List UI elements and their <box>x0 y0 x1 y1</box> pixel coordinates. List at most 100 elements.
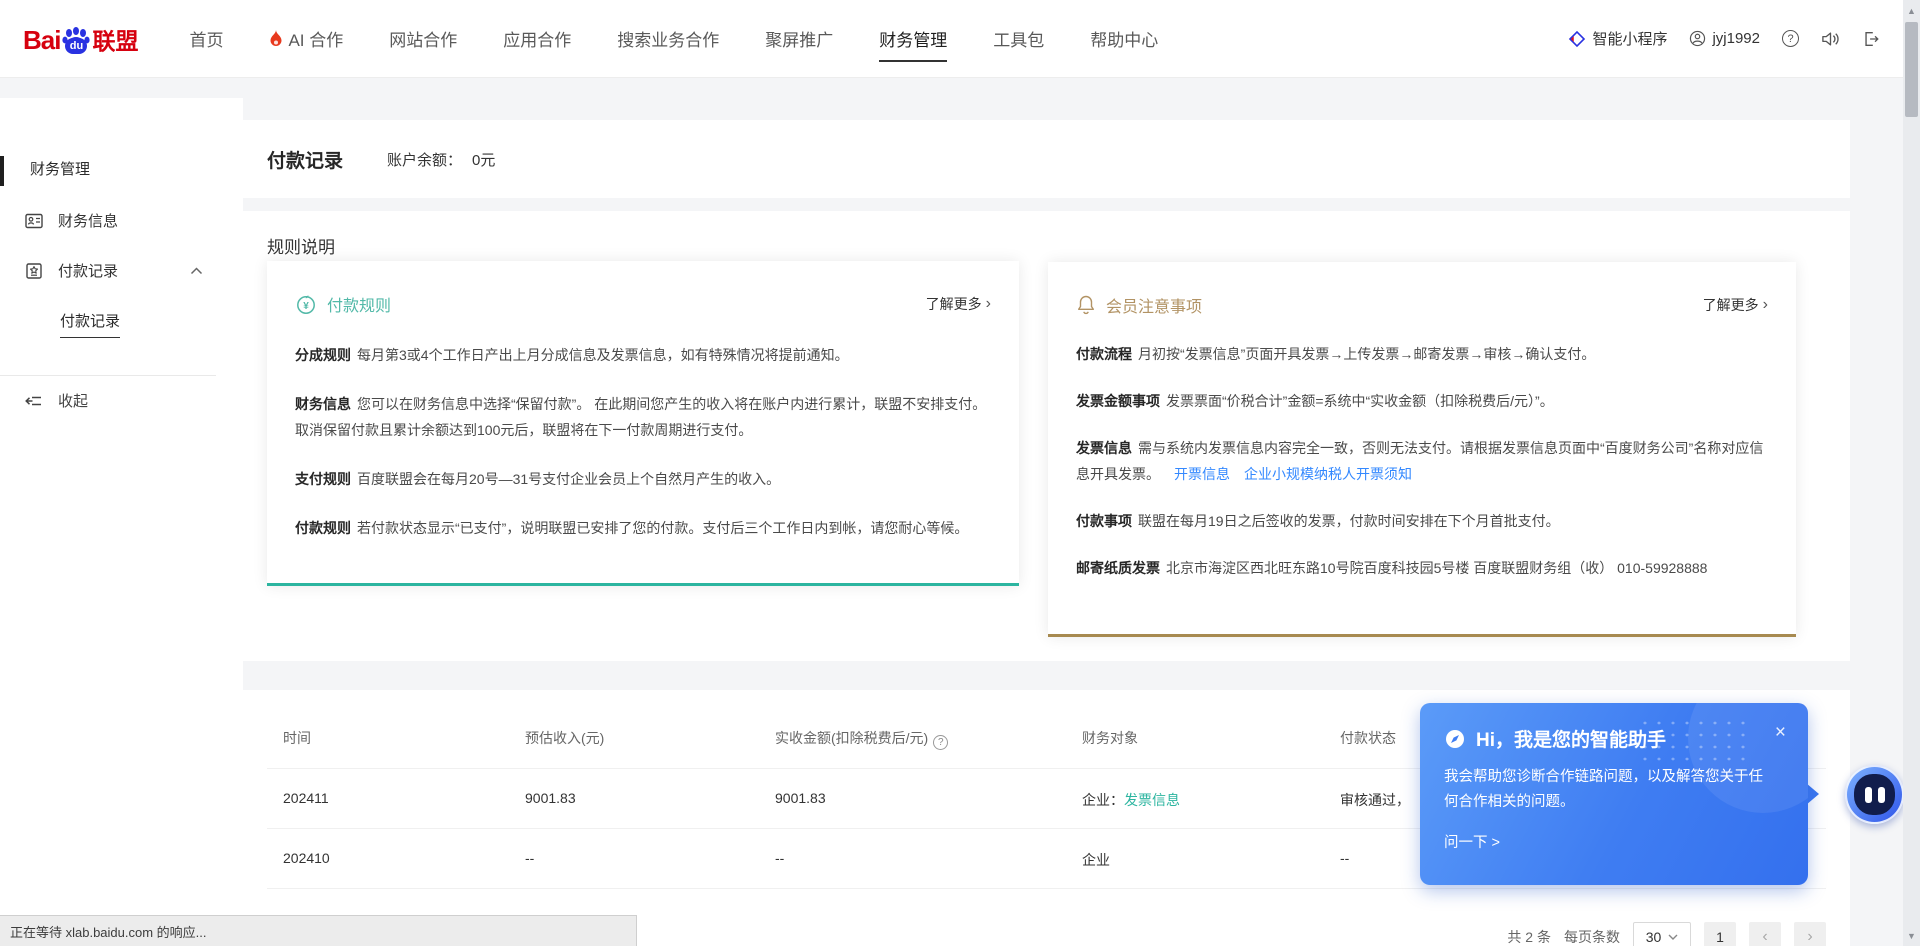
coin-icon: ¥ <box>295 293 317 315</box>
member-notes-title: 会员注意事项 <box>1106 293 1202 317</box>
navbar-right-cluster: 智能小程序 jyj1992 ? <box>1568 28 1880 49</box>
sidebar: 财务管理 财务信息 付款记录 付款记录 <box>0 98 243 946</box>
active-section-indicator <box>0 156 4 186</box>
nav-item-app[interactable]: 应用合作 <box>480 0 594 78</box>
miniprogram-icon <box>1568 30 1586 48</box>
sidebar-section-finance[interactable]: 财务管理 <box>30 158 90 179</box>
nav-item-search-business[interactable]: 搜索业务合作 <box>594 0 742 78</box>
rules-panel: 规则说明 ¥ 付款规则 了解更多› 分成规则每月第3或4个工作日产出上月分成信息… <box>243 211 1850 661</box>
baidu-union-logo[interactable]: Bai du 联盟 <box>23 22 138 56</box>
collapse-icon <box>24 393 44 409</box>
miniprogram-entry[interactable]: 智能小程序 <box>1568 28 1667 49</box>
payment-record-header-panel: 付款记录 账户余额：0元 <box>243 120 1850 198</box>
help-icon[interactable]: ? <box>1782 30 1799 47</box>
logo-text-du: du <box>65 38 87 54</box>
sidebar-subitem-payment-record[interactable]: 付款记录 <box>60 310 120 338</box>
payment-rules-title: 付款规则 <box>327 292 391 316</box>
chevron-up-icon[interactable] <box>190 267 203 275</box>
cell-estimated: 9001.83 <box>525 790 576 806</box>
flame-icon <box>269 30 283 48</box>
per-page-select[interactable]: 30 <box>1633 922 1691 946</box>
finance-info-icon <box>24 211 44 231</box>
rule-paragraph: 付款事项联盟在每月19日之后签收的发票，付款时间安排在下个月首批支付。 <box>1076 508 1768 534</box>
ask-now-link[interactable]: 问一下 > <box>1444 831 1500 852</box>
compass-icon <box>1444 728 1466 750</box>
prev-page-button[interactable]: ‹ <box>1749 922 1781 946</box>
rule-paragraph: 发票金额事项发票票面“价税合计”金额=系统中“实收金额（扣除税费后/元）”。 <box>1076 388 1768 414</box>
rule-paragraph: 付款流程月初按“发票信息”页面开具发票→上传发票→邮寄发票→审核→确认支付。 <box>1076 341 1768 367</box>
assistant-title: Hi，我是您的智能助手 <box>1476 725 1666 752</box>
page-button-1[interactable]: 1 <box>1704 922 1736 946</box>
nav-item-screen-promo[interactable]: 聚屏推广 <box>742 0 856 78</box>
small-taxpayer-notice-link[interactable]: 企业小规模纳税人开票须知 <box>1244 466 1412 482</box>
sidebar-item-finance-info[interactable]: 财务信息 <box>24 210 118 231</box>
col-header-received: 实收金额(扣除税费后/元)? <box>775 728 948 750</box>
chevron-right-icon: › <box>986 295 991 313</box>
balance-value: 0元 <box>472 152 495 169</box>
cell-payment-status: -- <box>1340 850 1349 866</box>
payment-rules-more-link[interactable]: 了解更多› <box>926 294 991 314</box>
sidebar-divider <box>0 375 216 376</box>
col-header-finance-object: 财务对象 <box>1082 728 1138 748</box>
cell-payment-status: 审核通过， <box>1340 790 1410 810</box>
cell-received: -- <box>775 850 784 866</box>
rules-heading: 规则说明 <box>267 233 335 258</box>
browser-status-bar: 正在等待 xlab.baidu.com 的响应... <box>0 915 637 946</box>
main-menu: 首页 AI 合作 网站合作 应用合作 搜索业务合作 聚屏推广 财务管理 工具包 … <box>166 0 1181 78</box>
table-divider <box>267 888 1826 889</box>
nav-item-ai[interactable]: AI 合作 <box>246 0 366 78</box>
col-header-time: 时间 <box>283 728 311 748</box>
page-scrollbar[interactable]: ▲ ▼ <box>1903 0 1920 946</box>
cell-time: 202410 <box>283 850 330 866</box>
nav-item-toolkit[interactable]: 工具包 <box>970 0 1067 78</box>
assistant-popup: Hi，我是您的智能助手 × 我会帮助您诊断合作链路问题，以及解答您关于任何合作相… <box>1420 703 1808 885</box>
sidebar-item-payment-record[interactable]: 付款记录 <box>24 260 203 281</box>
nav-item-home[interactable]: 首页 <box>166 0 246 78</box>
pagination: 共 2 条 每页条数 30 1 ‹ › <box>1507 922 1826 946</box>
logout-icon[interactable] <box>1862 30 1880 48</box>
assistant-message: 我会帮助您诊断合作链路问题，以及解答您关于任何合作相关的问题。 <box>1444 765 1768 815</box>
per-page-label: 每页条数 <box>1564 927 1620 946</box>
payment-record-icon <box>24 261 44 281</box>
next-page-button[interactable]: › <box>1794 922 1826 946</box>
sidebar-collapse-button[interactable]: 收起 <box>24 390 88 411</box>
cell-estimated: -- <box>525 850 534 866</box>
rule-paragraph: 分成规则每月第3或4个工作日产出上月分成信息及发票信息，如有特殊情况将提前通知。 <box>295 342 991 368</box>
svg-text:¥: ¥ <box>303 301 309 312</box>
rule-paragraph: 财务信息您可以在财务信息中选择“保留付款”。 在此期间您产生的收入将在账户内进行… <box>295 391 991 443</box>
member-notes-card: 会员注意事项 了解更多› 付款流程月初按“发票信息”页面开具发票→上传发票→邮寄… <box>1048 262 1796 637</box>
top-navbar: Bai du 联盟 首页 AI 合作 网站合作 应用合作 搜索业务合作 聚屏推广… <box>0 0 1920 78</box>
rule-paragraph: 支付规则百度联盟会在每月20号—31号支付企业会员上个自然月产生的收入。 <box>295 466 991 492</box>
close-icon[interactable]: × <box>1775 723 1786 742</box>
assistant-robot-avatar[interactable] <box>1845 765 1904 824</box>
page-title: 付款记录 <box>267 146 343 173</box>
cell-time: 202411 <box>283 790 329 806</box>
rule-paragraph: 邮寄纸质发票北京市海淀区西北旺东路10号院百度科技园5号楼 百度联盟财务组（收）… <box>1076 555 1768 581</box>
baidu-paw-icon: du <box>61 26 91 56</box>
logo-text-bai: Bai <box>23 25 60 56</box>
chevron-down-icon <box>1668 934 1678 940</box>
cell-finance-object: 企业：发票信息 <box>1082 790 1180 810</box>
column-help-icon[interactable]: ? <box>933 735 948 750</box>
scroll-down-arrow[interactable]: ▼ <box>1903 927 1920 944</box>
logo-text-union: 联盟 <box>92 22 138 56</box>
scrollbar-thumb[interactable] <box>1905 22 1918 117</box>
sound-icon[interactable] <box>1821 30 1840 48</box>
cell-received: 9001.83 <box>775 790 826 806</box>
nav-item-help-center[interactable]: 帮助中心 <box>1067 0 1181 78</box>
payment-rules-card: ¥ 付款规则 了解更多› 分成规则每月第3或4个工作日产出上月分成信息及发票信息… <box>267 261 1019 586</box>
member-notes-more-link[interactable]: 了解更多› <box>1703 295 1768 315</box>
cell-finance-object: 企业 <box>1082 850 1110 870</box>
invoice-info-link[interactable]: 开票信息 <box>1174 466 1230 482</box>
col-header-estimated: 预估收入(元) <box>525 728 604 748</box>
total-count: 共 2 条 <box>1507 927 1551 946</box>
scroll-up-arrow[interactable]: ▲ <box>1903 2 1920 19</box>
chevron-right-icon: › <box>1763 296 1768 314</box>
col-header-payment-status: 付款状态 <box>1340 728 1396 748</box>
nav-item-finance[interactable]: 财务管理 <box>856 0 970 78</box>
user-account[interactable]: jyj1992 <box>1689 30 1760 47</box>
invoice-info-row-link[interactable]: 发票信息 <box>1124 792 1180 808</box>
nav-item-website[interactable]: 网站合作 <box>366 0 480 78</box>
bell-icon <box>1076 294 1096 316</box>
rule-paragraph: 发票信息需与系统内发票信息内容完全一致，否则无法支付。请根据发票信息页面中“百度… <box>1076 435 1768 487</box>
